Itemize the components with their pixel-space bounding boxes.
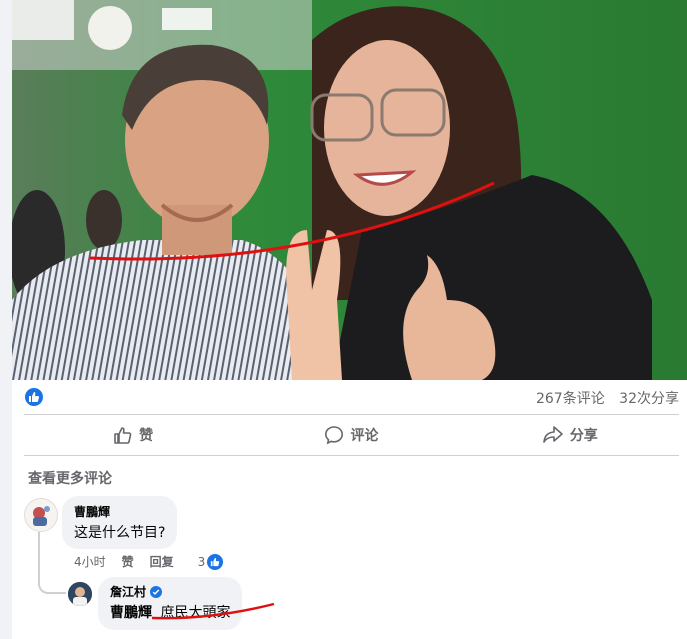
comment-button[interactable]: 评论 <box>242 416 460 454</box>
thumbs-up-icon <box>114 427 132 444</box>
post-photo[interactable] <box>12 0 687 380</box>
comment-label: 评论 <box>350 428 379 444</box>
post-actions: 赞 评论 分享 <box>24 416 679 454</box>
like-button[interactable]: 赞 <box>24 416 242 454</box>
comment-author[interactable]: 曹鵬輝 <box>74 503 165 520</box>
comment-time[interactable]: 4小时 <box>74 553 106 570</box>
post-card: 267条评论 32次分享 赞 评论 分享 查看更多评论 曹鵬輝 这是什么节目? <box>12 0 687 639</box>
post-stats: 267条评论 32次分享 <box>12 380 687 414</box>
reply-author[interactable]: 詹江村 <box>110 583 230 600</box>
view-more-comments-link[interactable]: 查看更多评论 <box>28 468 112 488</box>
verified-badge-icon <box>150 585 163 598</box>
share-button[interactable]: 分享 <box>461 416 679 454</box>
comment-meta: 4小时 赞 回复 3 <box>74 553 224 570</box>
comment-bubble: 曹鵬輝 这是什么节目? <box>62 496 178 549</box>
avatar-image <box>68 582 92 606</box>
reply-thread-line <box>38 532 66 594</box>
divider <box>24 414 679 415</box>
stats-counts: 267条评论 32次分享 <box>526 388 679 408</box>
comment-reactions[interactable]: 3 <box>197 553 224 570</box>
like-label: 赞 <box>139 428 154 444</box>
comment-count[interactable]: 267条评论 <box>536 391 605 407</box>
avatar[interactable] <box>68 582 92 606</box>
avatar[interactable] <box>24 498 58 532</box>
reply-mention[interactable]: 曹鵬輝 <box>110 605 152 621</box>
share-count[interactable]: 32次分享 <box>619 391 679 407</box>
comment-reply-button[interactable]: 回复 <box>150 553 174 570</box>
divider <box>24 455 679 456</box>
reaction-count: 3 <box>197 554 206 569</box>
comment-like-button[interactable]: 赞 <box>122 553 134 570</box>
comment-text: 这是什么节目? <box>74 525 166 541</box>
like-reaction-icon <box>207 553 224 570</box>
share-icon <box>543 426 563 443</box>
avatar-image <box>25 499 57 531</box>
like-reaction-icon[interactable] <box>25 388 43 406</box>
photo-illustration <box>12 0 687 380</box>
red-annotation-underline <box>151 602 275 620</box>
share-label: 分享 <box>569 428 598 444</box>
comment-icon <box>325 426 344 445</box>
